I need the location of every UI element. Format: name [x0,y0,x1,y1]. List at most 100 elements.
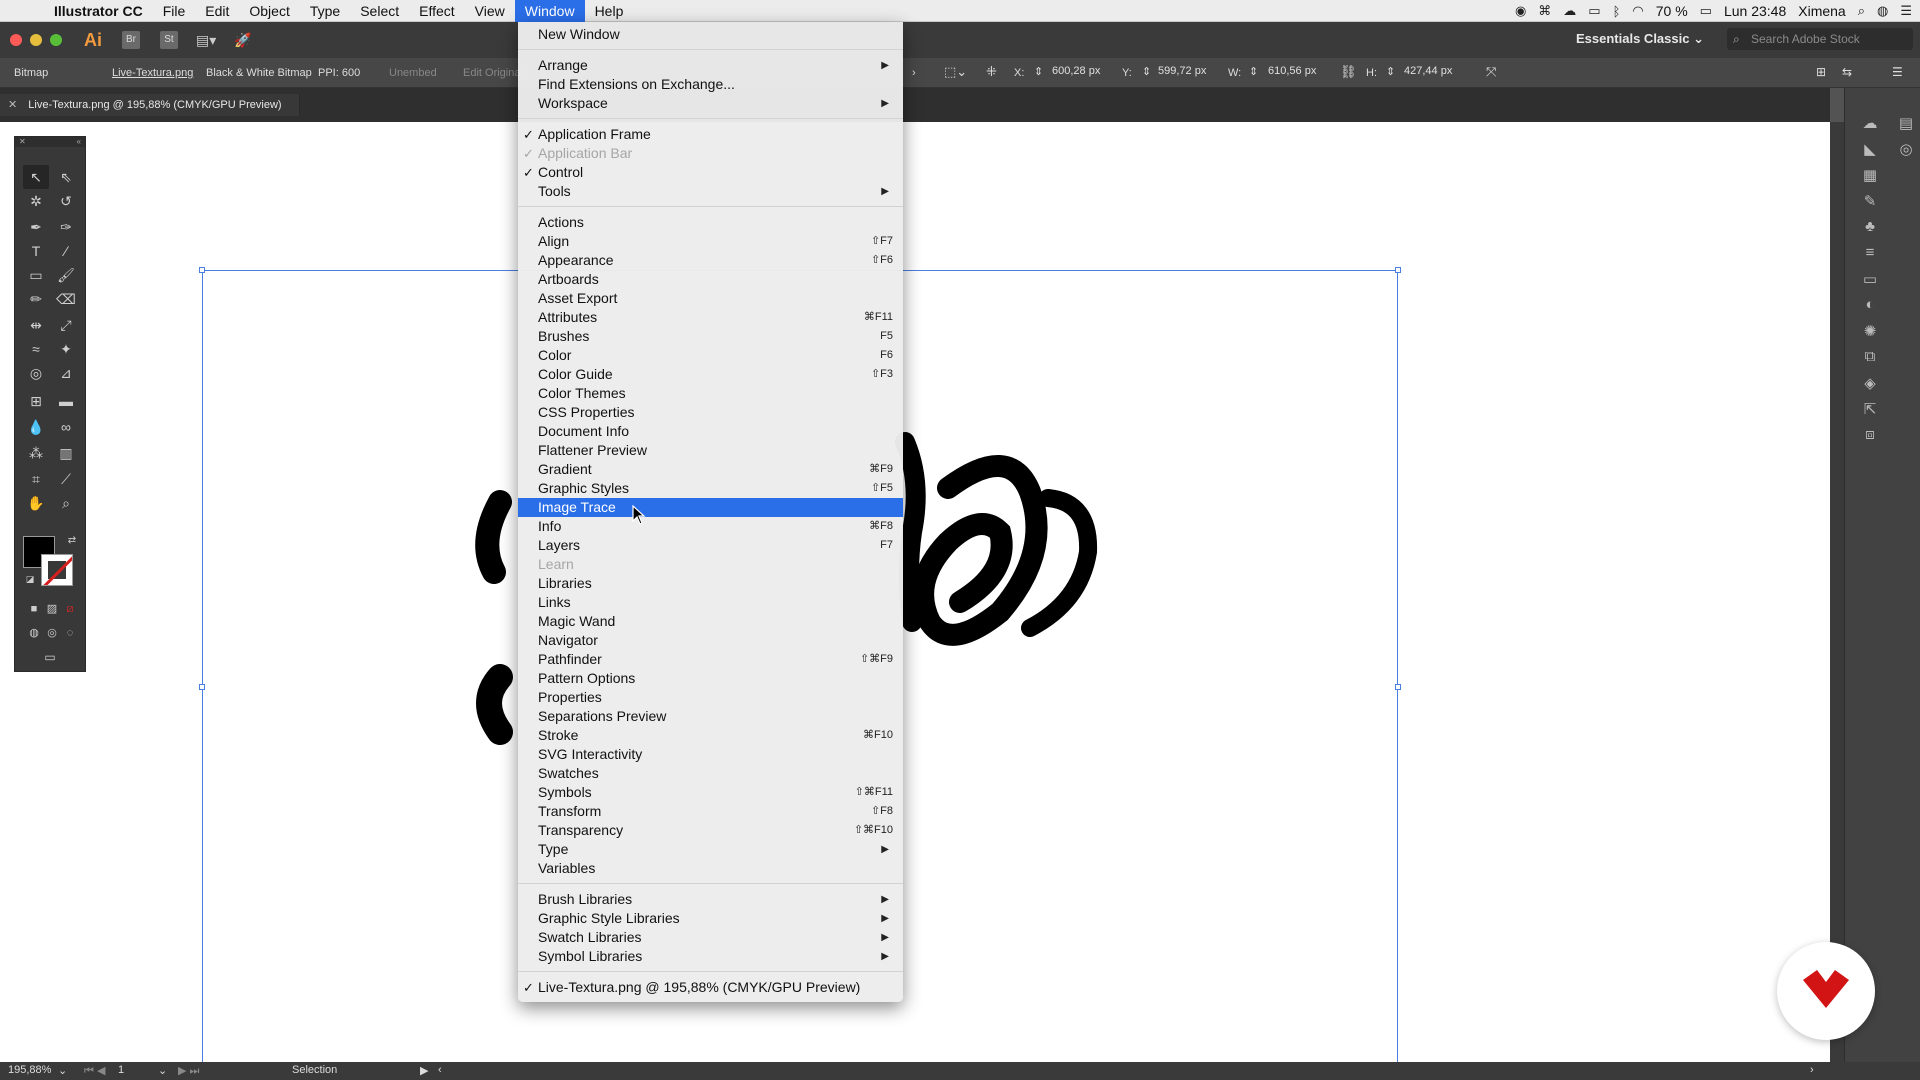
zoom-window-button[interactable] [50,34,62,46]
symbols-icon[interactable]: ♣ [1855,218,1885,244]
hand-tool-icon[interactable]: ✋ [23,491,49,515]
window-menu-item-gradient[interactable]: Gradient ⌘F9 [518,460,903,479]
y-position-field[interactable]: 599,72 px [1152,63,1236,82]
rectangle-tool-icon[interactable]: ▭ [23,263,49,287]
horizontal-scroll-right-icon[interactable]: › [1810,1064,1814,1076]
spotlight-icon[interactable]: ⌕ [1858,3,1865,19]
document-tab[interactable]: ✕ Live-Textura.png @ 195,88% (CMYK/GPU P… [0,94,300,116]
bridge-button[interactable]: Br [122,31,140,49]
linked-file-link[interactable]: Live-Textura.png [112,67,193,79]
h-stepper-icon[interactable]: ⇕ [1386,65,1395,78]
slice-tool-icon[interactable]: ⟋ [53,467,79,491]
window-menu-item-magic-wand[interactable]: Magic Wand [518,612,903,631]
zoom-tool-icon[interactable]: ⌕ [53,491,79,515]
user-name[interactable]: Ximena [1798,3,1845,19]
window-menu-item-css-properties[interactable]: CSS Properties [518,403,903,422]
window-menu-item-type[interactable]: Type ▶ [518,840,903,859]
pencil-tool-icon[interactable]: ✏ [23,287,49,311]
search-stock-input[interactable]: ⌕ Search Adobe Stock [1727,28,1913,50]
siri-icon[interactable]: ◍ [1877,3,1888,19]
brushes-icon[interactable]: ✎ [1855,192,1885,218]
blend-tool-icon[interactable]: ∞ [53,415,79,439]
default-fill-stroke-icon[interactable]: ◪ [17,567,43,591]
status-menu-arrow-icon[interactable]: ▶ [420,1064,428,1077]
window-menu-item-symbols[interactable]: Symbols ⇧⌘F11 [518,783,903,802]
window-menu-item-flattener-preview[interactable]: Flattener Preview [518,441,903,460]
window-menu-item-appearance[interactable]: Appearance ⇧F6 [518,251,903,270]
libraries-icon[interactable]: ☁ [1855,114,1885,140]
window-menu-item-application-frame[interactable]: ✓ Application Frame [518,125,903,144]
control-menu-icon[interactable]: ☰ [1892,65,1903,79]
window-menu-item-live-textura-png-195-88-cmyk-gpu-preview[interactable]: ✓ Live-Textura.png @ 195,88% (CMYK/GPU Pr… [518,978,903,997]
cc-libraries-icon[interactable]: ◎ [1891,140,1920,166]
scale-tool-icon[interactable]: ⤢ [53,313,79,337]
graphic-styles-icon[interactable]: ⧉ [1855,348,1885,374]
window-menu-item-graphic-style-libraries[interactable]: Graphic Style Libraries ▶ [518,909,903,928]
artboard-dropdown-icon[interactable]: ⌄ [158,1064,167,1077]
close-tab-icon[interactable]: ✕ [8,99,17,111]
shape-builder-tool-icon[interactable]: ◎ [23,361,49,385]
transparency-icon[interactable]: ◐ [1855,296,1885,322]
arrange-documents-icon[interactable]: ▤▾ [196,32,216,49]
app-menu-name[interactable]: Illustrator CC [38,3,153,19]
bluetooth-icon[interactable]: ᛒ [1613,4,1621,19]
line-tool-icon[interactable]: ∕ [53,239,79,263]
window-menu-item-svg-interactivity[interactable]: SVG Interactivity [518,745,903,764]
align-selection-icon[interactable]: ⬚⌄ [944,64,967,80]
command-icon[interactable]: ⌘ [1538,3,1551,19]
symbol-sprayer-tool-icon[interactable]: ⁂ [23,441,49,465]
edit-original-button[interactable]: Edit Original [463,67,523,79]
window-menu-item-asset-export[interactable]: Asset Export [518,289,903,308]
artboard-tool-icon[interactable]: ⌗ [23,467,49,491]
clock[interactable]: Lun 23:48 [1724,3,1786,19]
perspective-grid-tool-icon[interactable]: ⊿ [53,361,79,385]
window-menu-item-color-themes[interactable]: Color Themes [518,384,903,403]
properties-icon[interactable]: ◣ [1855,140,1885,166]
x-stepper-icon[interactable]: ⇕ [1034,65,1043,78]
window-menu-item-image-trace[interactable]: Image Trace [518,498,903,517]
battery-icon[interactable]: ▭ [1700,3,1712,19]
window-menu-item-graphic-styles[interactable]: Graphic Styles ⇧F5 [518,479,903,498]
reflect-tool-icon[interactable]: ⇹ [23,313,49,337]
mesh-tool-icon[interactable]: ⊞ [23,389,49,413]
notification-center-icon[interactable]: ☰ [1900,3,1912,19]
width-field[interactable]: 610,56 px [1262,63,1346,82]
gradient-tool-icon[interactable]: ▬ [53,389,79,413]
window-menu-item-color-guide[interactable]: Color Guide ⇧F3 [518,365,903,384]
window-menu-item-properties[interactable]: Properties [518,688,903,707]
window-menu-item-swatch-libraries[interactable]: Swatch Libraries ▶ [518,928,903,947]
y-stepper-icon[interactable]: ⇕ [1142,65,1151,78]
window-menu-item-workspace[interactable]: Workspace ▶ [518,94,903,113]
window-menu-item-pathfinder[interactable]: Pathfinder ⇧⌘F9 [518,650,903,669]
arrange-panels-icon[interactable]: ⊞ [1816,65,1826,79]
menu-type[interactable]: Type [300,0,350,22]
menu-edit[interactable]: Edit [195,0,239,22]
window-menu-item-align[interactable]: Align ⇧F7 [518,232,903,251]
menu-file[interactable]: File [153,0,196,22]
column-graph-tool-icon[interactable]: ▥ [53,441,79,465]
layers-icon[interactable]: ◈ [1855,374,1885,400]
window-menu-item-transparency[interactable]: Transparency ⇧⌘F10 [518,821,903,840]
horizontal-scroll-left-icon[interactable]: ‹ [438,1064,442,1076]
window-menu-item-actions[interactable]: Actions [518,213,903,232]
window-menu-item-links[interactable]: Links [518,593,903,612]
type-tool-icon[interactable]: T [23,239,49,263]
document-canvas[interactable] [0,122,1830,1062]
window-menu-item-artboards[interactable]: Artboards [518,270,903,289]
pen-tool-icon[interactable]: ✒ [23,215,49,239]
tools-panel-grip[interactable]: ✕ « [15,137,85,147]
workspace-switcher[interactable]: Essentials Classic ⌄ [1576,31,1704,47]
properties-panel-icon[interactable]: ▤ [1891,114,1920,140]
window-menu-item-stroke[interactable]: Stroke ⌘F10 [518,726,903,745]
record-icon[interactable]: ◉ [1515,3,1526,19]
artboard-number-field[interactable]: 1 [118,1064,124,1076]
menu-select[interactable]: Select [350,0,409,22]
w-stepper-icon[interactable]: ⇕ [1249,65,1258,78]
menu-window[interactable]: Window [514,0,585,22]
gradient-icon[interactable]: ▭ [1855,270,1885,296]
paintbrush-tool-icon[interactable]: 🖌 [53,263,79,287]
zoom-dropdown-icon[interactable]: ⌄ [58,1064,67,1077]
window-menu-item-arrange[interactable]: Arrange ▶ [518,56,903,75]
window-menu-item-document-info[interactable]: Document Info [518,422,903,441]
menu-help[interactable]: Help [585,0,634,22]
